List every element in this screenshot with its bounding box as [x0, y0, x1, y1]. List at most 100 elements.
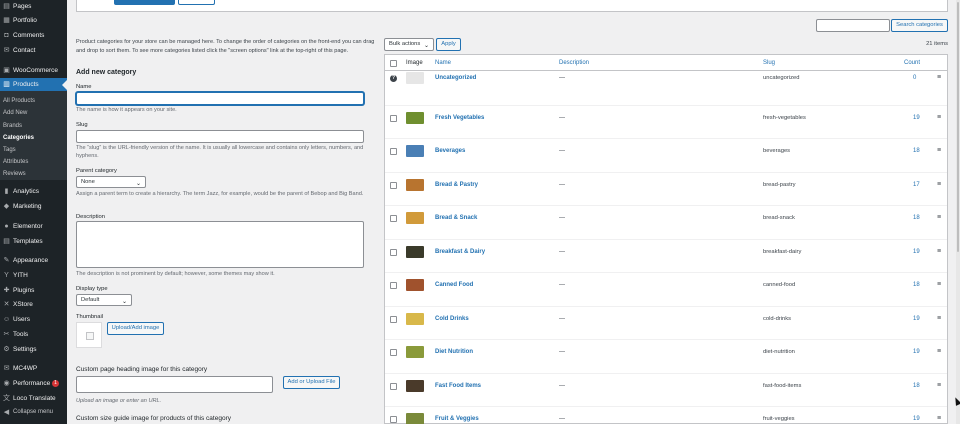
slug-input[interactable]	[76, 130, 364, 143]
top-primary-button[interactable]	[114, 0, 175, 5]
sidebar-item-plugins[interactable]: ✚ Plugins	[0, 284, 67, 296]
category-search-input[interactable]	[816, 19, 890, 32]
submenu-item-attributes[interactable]: Attributes	[3, 159, 28, 165]
table-row[interactable]: Fresh Vegetables — fresh-vegetables 19 ≡	[385, 106, 947, 139]
sidebar-item-marketing[interactable]: ◆ Marketing	[0, 200, 67, 212]
bulk-actions-select[interactable]: Bulk actions ⌄	[384, 38, 434, 51]
column-count[interactable]: Count	[904, 60, 920, 66]
table-row[interactable]: Beverages — beverages 18 ≡	[385, 139, 947, 173]
submenu-item-all-products[interactable]: All Products	[3, 98, 35, 104]
drag-handle-icon[interactable]: ≡	[937, 382, 941, 389]
display-type-select[interactable]: Default ⌄	[76, 294, 132, 306]
column-name[interactable]: Name	[435, 60, 451, 66]
search-categories-button[interactable]: Search categories	[891, 19, 948, 32]
category-count-link[interactable]: 18	[913, 383, 920, 389]
category-count-link[interactable]: 19	[913, 316, 920, 322]
select-all-checkbox[interactable]	[390, 60, 397, 67]
name-input[interactable]	[76, 92, 364, 105]
drag-handle-icon[interactable]: ≡	[937, 415, 941, 422]
submenu-item-reviews[interactable]: Reviews	[3, 171, 26, 177]
drag-handle-icon[interactable]: ≡	[937, 74, 941, 81]
row-checkbox[interactable]	[390, 248, 397, 256]
row-checkbox[interactable]	[390, 382, 397, 390]
category-name-link[interactable]: Diet Nutrition	[435, 349, 473, 355]
sidebar-item-pages[interactable]: ▤ Pages	[0, 0, 67, 12]
category-count-link[interactable]: 18	[913, 282, 920, 288]
row-checkbox[interactable]	[390, 181, 397, 189]
category-count-link[interactable]: 19	[913, 115, 920, 121]
sidebar-item-settings[interactable]: ⚙ Settings	[0, 343, 67, 355]
category-name-link[interactable]: Breakfast & Dairy	[435, 249, 485, 255]
sidebar-item-elementor[interactable]: ● Elementor	[0, 220, 67, 232]
row-checkbox[interactable]	[390, 148, 397, 155]
category-name-link[interactable]: Bread & Pastry	[435, 182, 478, 188]
collapse-menu-button[interactable]: ◀ Collapse menu	[0, 406, 67, 418]
description-textarea[interactable]	[76, 221, 364, 268]
heading-image-url-input[interactable]	[76, 376, 273, 393]
sidebar-item-users[interactable]: ☺ Users	[0, 313, 67, 325]
category-count-link[interactable]: 19	[913, 349, 920, 355]
sidebar-item-comments[interactable]: ◘ Comments	[0, 29, 67, 41]
category-name-link[interactable]: Fresh Vegetables	[435, 115, 484, 121]
table-row[interactable]: Bread & Pastry — bread-pastry 17 ≡	[385, 173, 947, 206]
sidebar-item-products[interactable]: ▥ Products	[0, 78, 67, 91]
table-row[interactable]: Breakfast & Dairy — breakfast-dairy 19 ≡	[385, 240, 947, 273]
sidebar-item-analytics[interactable]: ▮ Analytics	[0, 185, 67, 197]
row-checkbox[interactable]	[390, 315, 397, 323]
help-icon[interactable]: ?	[390, 75, 397, 82]
sidebar-item-portfolio[interactable]: ▦ Portfolio	[0, 14, 67, 26]
parent-category-select[interactable]: None ⌄	[76, 176, 146, 188]
category-name-link[interactable]: Uncategorized	[435, 75, 476, 81]
page-scrollbar[interactable]	[956, 0, 960, 424]
drag-handle-icon[interactable]: ≡	[937, 348, 941, 355]
category-count-link[interactable]: 17	[913, 182, 920, 188]
column-description[interactable]: Description	[559, 60, 589, 66]
apply-button[interactable]: Apply	[436, 38, 461, 51]
sidebar-item-yith[interactable]: Y YITH	[0, 269, 67, 281]
upload-add-image-button[interactable]: Upload/Add image	[107, 322, 164, 335]
submenu-item-tags[interactable]: Tags	[3, 147, 16, 153]
row-checkbox[interactable]	[390, 114, 397, 122]
category-name-link[interactable]: Fast Food Items	[435, 383, 481, 389]
row-checkbox[interactable]	[390, 282, 397, 289]
table-row[interactable]: Bread & Snack — bread-snack 18 ≡	[385, 206, 947, 240]
column-slug[interactable]: Slug	[763, 60, 775, 66]
category-name-link[interactable]: Beverages	[435, 148, 465, 154]
drag-handle-icon[interactable]: ≡	[937, 281, 941, 288]
sidebar-item-contact[interactable]: ✉ Contact	[0, 44, 67, 56]
sidebar-item-appearance[interactable]: ✎ Appearance	[0, 254, 67, 266]
sidebar-item-xstore[interactable]: ✕ XStore	[0, 298, 67, 310]
row-checkbox[interactable]	[390, 349, 397, 356]
submenu-item-categories[interactable]: Categories	[3, 135, 34, 141]
sidebar-item-mc4wp[interactable]: ✉ MC4WP	[0, 362, 67, 374]
category-name-link[interactable]: Canned Food	[435, 282, 473, 288]
category-count-link[interactable]: 18	[913, 215, 920, 221]
table-row[interactable]: Cold Drinks — cold-drinks 19 ≡	[385, 307, 947, 340]
row-checkbox[interactable]	[390, 416, 397, 423]
drag-handle-icon[interactable]: ≡	[937, 315, 941, 322]
drag-handle-icon[interactable]: ≡	[937, 181, 941, 188]
category-name-link[interactable]: Bread & Snack	[435, 215, 477, 221]
category-count-link[interactable]: 19	[913, 249, 920, 255]
table-row[interactable]: Fruit & Veggies — fruit-veggies 19 ≡	[385, 407, 947, 424]
add-or-upload-file-button[interactable]: Add or Upload File	[283, 376, 340, 389]
sidebar-item-loco-translate[interactable]: 文 Loco Translate	[0, 392, 67, 404]
sidebar-item-tools[interactable]: ✂ Tools	[0, 328, 67, 340]
table-row[interactable]: ? Uncategorized — uncategorized 0 ≡	[385, 72, 947, 106]
drag-handle-icon[interactable]: ≡	[937, 147, 941, 154]
category-count-link[interactable]: 0	[913, 75, 916, 81]
sidebar-item-templates[interactable]: ▤ Templates	[0, 235, 67, 247]
row-checkbox[interactable]	[390, 215, 397, 222]
table-row[interactable]: Canned Food — canned-food 18 ≡	[385, 273, 947, 307]
top-secondary-button[interactable]	[178, 0, 215, 5]
category-name-link[interactable]: Cold Drinks	[435, 316, 469, 322]
table-row[interactable]: Fast Food Items — fast-food-items 18 ≡	[385, 374, 947, 407]
category-name-link[interactable]: Fruit & Veggies	[435, 416, 479, 422]
submenu-item-add-new[interactable]: Add New	[3, 110, 27, 116]
submenu-item-brands[interactable]: Brands	[3, 123, 22, 129]
category-count-link[interactable]: 19	[913, 416, 920, 422]
category-count-link[interactable]: 18	[913, 148, 920, 154]
sidebar-item-performance[interactable]: ◉ Performance 1	[0, 377, 67, 389]
drag-handle-icon[interactable]: ≡	[937, 214, 941, 221]
sidebar-item-woocommerce[interactable]: ▣ WooCommerce	[0, 64, 67, 76]
